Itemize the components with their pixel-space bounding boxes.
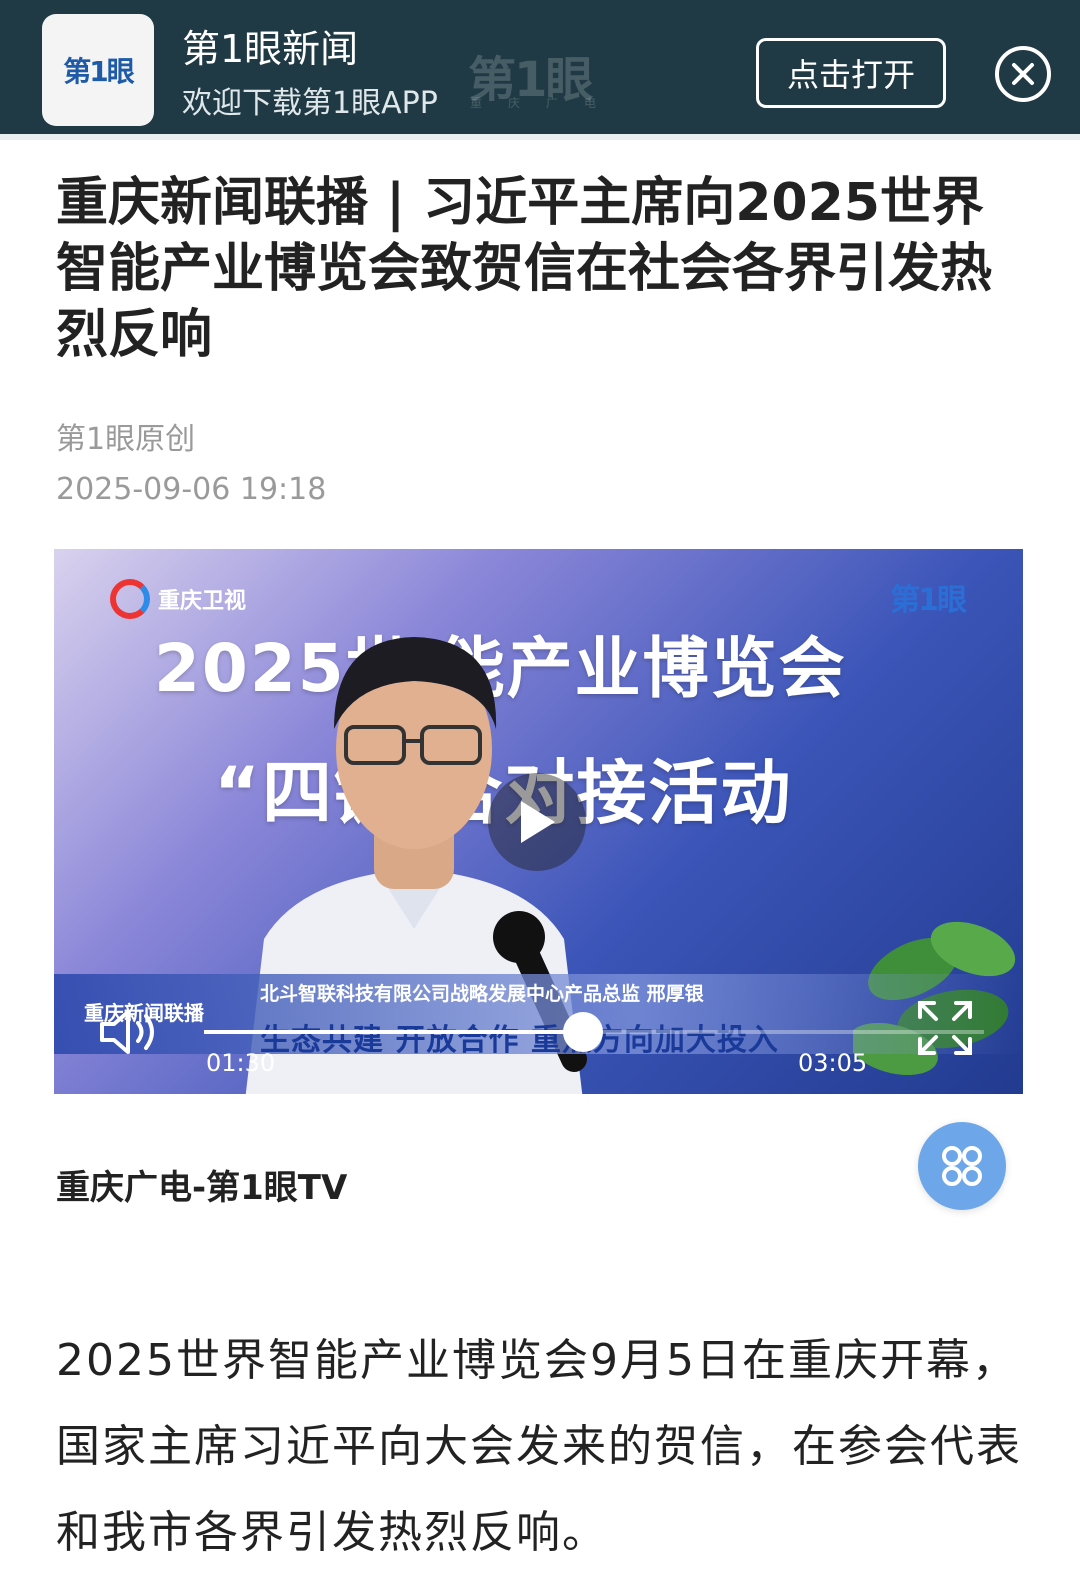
play-icon[interactable] bbox=[488, 773, 586, 871]
volume-icon[interactable] bbox=[98, 1007, 164, 1061]
app-logo-text: 第1眼 bbox=[63, 55, 134, 88]
current-time: 01:30 bbox=[206, 1049, 276, 1077]
app-download-banner: 第1眼 第1眼新闻 欢迎下载第1眼APP 第1眼 重庆广电 点击打开 bbox=[0, 0, 1080, 140]
article-body-paragraph: 2025世界智能产业博览会9月5日在重庆开幕，国家主席习近平向大会发来的贺信，在… bbox=[56, 1335, 1022, 1558]
banner-watermark-sub: 重庆广电 bbox=[470, 96, 623, 110]
caption-main: 生态共建 开放合作 重点方向加大投入 bbox=[260, 1023, 779, 1058]
article-title: 重庆新闻联播 | 习近平主席向2025世界智能产业博览会致贺信在社会各界引发热烈… bbox=[56, 173, 993, 365]
total-time: 03:05 bbox=[798, 1049, 868, 1077]
open-app-button[interactable]: 点击打开 bbox=[756, 38, 946, 108]
caption-speaker: 北斗智联科技有限公司战略发展中心产品总监 邢厚银 bbox=[260, 983, 704, 1005]
close-icon[interactable] bbox=[995, 46, 1051, 102]
app-slogan: 欢迎下载第1眼APP bbox=[182, 86, 438, 121]
corner-logo: 第1眼 bbox=[890, 583, 967, 618]
article-date: 2025-09-06 19:18 bbox=[56, 472, 327, 507]
article-source[interactable]: 第1眼原创 bbox=[56, 414, 195, 458]
video-player[interactable]: 2025世 能产业博览会 “四链 合对接活动 重庆卫视 第1眼 重庆新闻联播 北… bbox=[54, 549, 1023, 1094]
grid-menu-icon[interactable] bbox=[918, 1122, 1006, 1210]
app-name: 第1眼新闻 bbox=[182, 27, 359, 71]
app-logo[interactable]: 第1眼 bbox=[42, 14, 154, 126]
fullscreen-icon[interactable] bbox=[916, 999, 974, 1061]
progress-handle[interactable] bbox=[563, 1012, 604, 1052]
video-source-label: 重庆广电-第1眼TV bbox=[56, 1168, 348, 1208]
progress-fill bbox=[204, 1030, 584, 1034]
channel-logo-icon bbox=[110, 579, 150, 619]
